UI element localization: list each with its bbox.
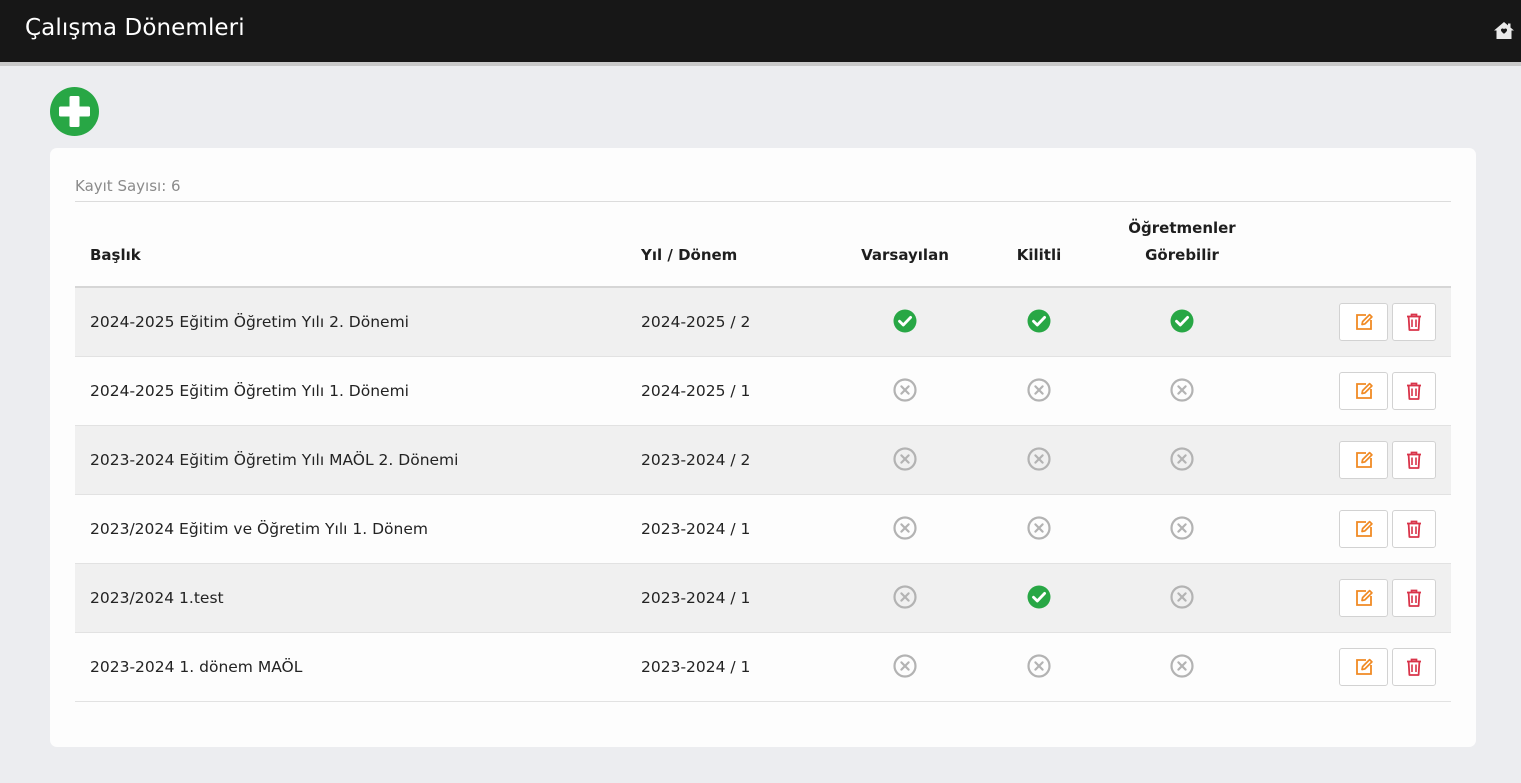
row-title: 2024-2025 Eğitim Öğretim Yılı 2. Dönemi — [90, 313, 409, 331]
cross-icon-teachers-visible — [1169, 377, 1195, 403]
cross-icon-locked — [1026, 515, 1052, 541]
table-body: 2024-2025 Eğitim Öğretim Yılı 2. Dönemi 2… — [75, 288, 1451, 702]
cross-icon-teachers-visible — [1169, 446, 1195, 472]
row-year-term: 2023-2024 / 1 — [641, 589, 751, 607]
delete-button[interactable] — [1392, 441, 1436, 479]
row-year-term: 2024-2025 / 2 — [641, 313, 751, 331]
trash-icon — [1407, 589, 1421, 607]
row-year-term: 2023-2024 / 1 — [641, 658, 751, 676]
edit-icon — [1355, 451, 1373, 468]
column-header-locked: Kilitli — [1016, 246, 1062, 264]
cross-icon-default — [892, 584, 918, 610]
table-row: 2023-2024 1. dönem MAÖL 2023-2024 / 1 — [75, 633, 1451, 702]
plus-circle-icon — [59, 96, 90, 127]
column-header-teachers-line2: Görebilir — [1145, 246, 1219, 264]
check-icon-default — [892, 308, 918, 334]
trash-icon — [1407, 313, 1421, 331]
row-title: 2023-2024 Eğitim Öğretim Yılı MAÖL 2. Dö… — [90, 451, 459, 469]
column-header-teachers-visible: Öğretmenler Görebilir — [1112, 215, 1252, 269]
table-row: 2023-2024 Eğitim Öğretim Yılı MAÖL 2. Dö… — [75, 426, 1451, 495]
page-title: Çalışma Dönemleri — [25, 15, 245, 41]
delete-button[interactable] — [1392, 510, 1436, 548]
edit-icon — [1355, 382, 1373, 399]
row-title: 2023-2024 1. dönem MAÖL — [90, 658, 303, 676]
edit-button[interactable] — [1339, 303, 1388, 341]
home-icon[interactable] — [1493, 20, 1515, 42]
edit-icon — [1355, 313, 1373, 330]
cross-icon-default — [892, 653, 918, 679]
edit-button[interactable] — [1339, 510, 1388, 548]
periods-card: Kayıt Sayısı: 6 Başlık Yıl / Dönem Varsa… — [50, 148, 1476, 747]
table-row: 2023/2024 Eğitim ve Öğretim Yılı 1. Döne… — [75, 495, 1451, 564]
table-row: 2024-2025 Eğitim Öğretim Yılı 1. Dönemi 2… — [75, 357, 1451, 426]
cross-icon-teachers-visible — [1169, 653, 1195, 679]
trash-icon — [1407, 658, 1421, 676]
add-button[interactable] — [50, 87, 99, 136]
table-header: Başlık Yıl / Dönem Varsayılan Kilitli Öğ… — [75, 202, 1451, 288]
delete-button[interactable] — [1392, 372, 1436, 410]
cross-icon-locked — [1026, 653, 1052, 679]
record-count: Kayıt Sayısı: 6 — [75, 177, 181, 195]
row-title: 2024-2025 Eğitim Öğretim Yılı 1. Dönemi — [90, 382, 409, 400]
trash-icon — [1407, 520, 1421, 538]
row-year-term: 2023-2024 / 2 — [641, 451, 751, 469]
row-year-term: 2024-2025 / 1 — [641, 382, 751, 400]
cross-icon-default — [892, 515, 918, 541]
trash-icon — [1407, 382, 1421, 400]
column-header-teachers-line1: Öğretmenler — [1128, 219, 1236, 237]
check-icon-locked — [1026, 584, 1052, 610]
cross-icon-locked — [1026, 446, 1052, 472]
column-header-title: Başlık — [90, 246, 141, 264]
column-header-year-term: Yıl / Dönem — [641, 246, 738, 264]
table-row: 2023/2024 1.test 2023-2024 / 1 — [75, 564, 1451, 633]
top-bar: Çalışma Dönemleri — [0, 0, 1521, 66]
cross-icon-locked — [1026, 377, 1052, 403]
cross-icon-default — [892, 377, 918, 403]
edit-button[interactable] — [1339, 579, 1388, 617]
delete-button[interactable] — [1392, 579, 1436, 617]
cross-icon-teachers-visible — [1169, 515, 1195, 541]
check-icon-teachers-visible — [1169, 308, 1195, 334]
cross-icon-default — [892, 446, 918, 472]
edit-button[interactable] — [1339, 648, 1388, 686]
row-year-term: 2023-2024 / 1 — [641, 520, 751, 538]
edit-icon — [1355, 520, 1373, 537]
edit-button[interactable] — [1339, 372, 1388, 410]
delete-button[interactable] — [1392, 303, 1436, 341]
row-title: 2023/2024 Eğitim ve Öğretim Yılı 1. Döne… — [90, 520, 428, 538]
table-row: 2024-2025 Eğitim Öğretim Yılı 2. Dönemi 2… — [75, 288, 1451, 357]
column-header-default: Varsayılan — [861, 246, 949, 264]
cross-icon-teachers-visible — [1169, 584, 1195, 610]
delete-button[interactable] — [1392, 648, 1436, 686]
edit-icon — [1355, 658, 1373, 675]
row-title: 2023/2024 1.test — [90, 589, 224, 607]
trash-icon — [1407, 451, 1421, 469]
edit-button[interactable] — [1339, 441, 1388, 479]
edit-icon — [1355, 589, 1373, 606]
check-icon-locked — [1026, 308, 1052, 334]
